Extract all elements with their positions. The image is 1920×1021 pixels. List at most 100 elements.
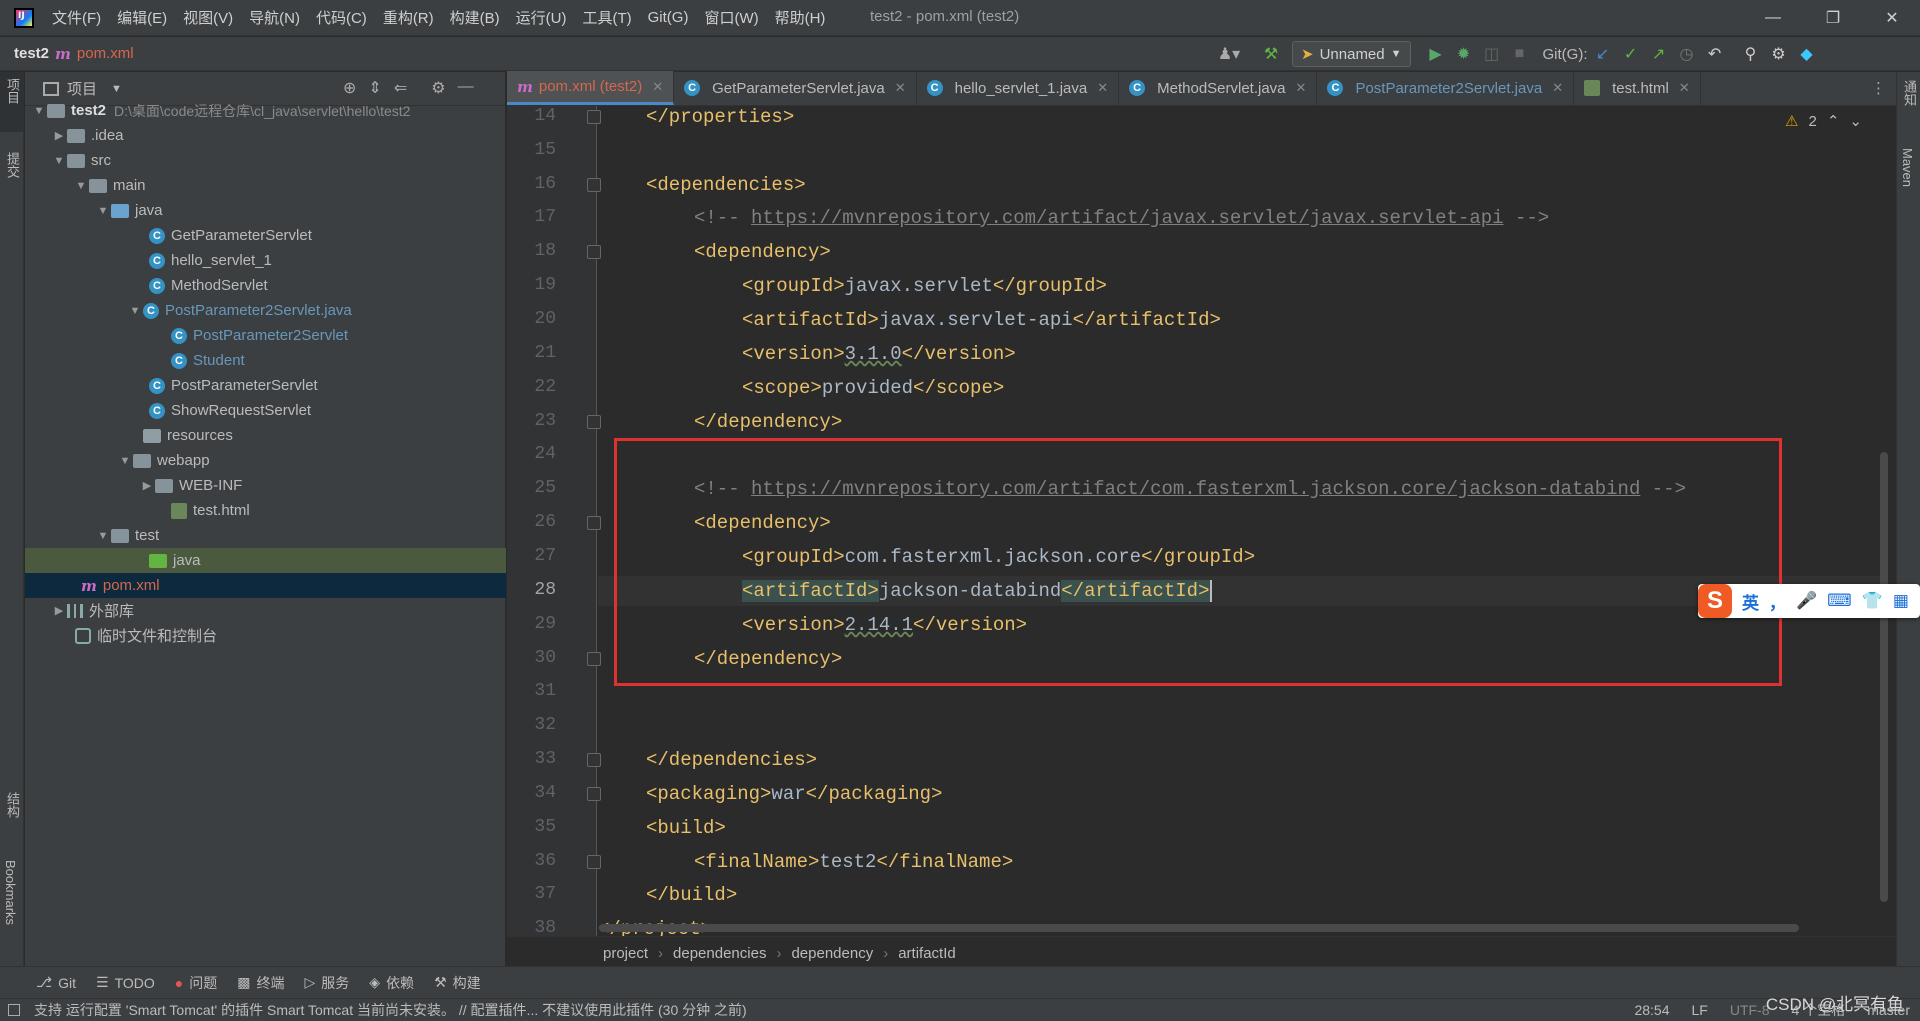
status-toggle-icon[interactable] [8, 1004, 20, 1016]
project-panel-title[interactable]: 项目 [67, 78, 97, 99]
skin-icon[interactable]: 👕 [1862, 591, 1883, 611]
menu-view[interactable]: 视图(V) [175, 7, 241, 28]
tree-node-java[interactable]: ▼ java [25, 198, 506, 223]
close-tab-icon[interactable]: ✕ [652, 79, 663, 95]
tab-methodservlet[interactable]: C MethodServlet.java ✕ [1119, 71, 1318, 105]
keyboard-icon[interactable]: ⌨ [1827, 591, 1852, 611]
structure-tool-button[interactable]: 结构 [3, 792, 22, 818]
maven-repo-link[interactable]: https://mvnrepository.com/artifact/javax… [751, 207, 1504, 229]
tree-node-scratches[interactable]: 临时文件和控制台 [25, 623, 506, 648]
menu-refactor[interactable]: 重构(R) [375, 7, 442, 28]
expand-arrow-icon[interactable]: ▼ [95, 205, 111, 217]
debug-icon[interactable]: ✹ [1451, 41, 1477, 67]
tree-node-webapp[interactable]: ▼ webapp [25, 448, 506, 473]
line-separator[interactable]: LF [1692, 1002, 1708, 1018]
close-tab-icon[interactable]: ✕ [1296, 80, 1307, 96]
expand-arrow-icon[interactable]: ▼ [95, 530, 111, 542]
collapse-arrow-icon[interactable]: ▶ [51, 129, 67, 142]
close-tab-icon[interactable]: ✕ [895, 80, 906, 96]
tree-node-hello-servlet-1[interactable]: Chello_servlet_1 [25, 248, 506, 273]
breadcrumb-item[interactable]: artifactId [898, 945, 956, 962]
ime-language-toggle[interactable]: 英 [1742, 589, 1759, 614]
expand-arrow-icon[interactable]: ▼ [117, 455, 133, 467]
notifications-tool-button[interactable]: 通知 [1900, 80, 1919, 106]
tree-node-postparameter2servlet[interactable]: C PostParameter2Servlet [25, 323, 506, 348]
vertical-scrollbar[interactable] [1880, 452, 1888, 902]
hide-icon[interactable]: — [458, 78, 474, 98]
close-tab-icon[interactable]: ✕ [1679, 80, 1690, 96]
status-message[interactable]: 支持 运行配置 'Smart Tomcat' 的插件 Smart Tomcat … [34, 1000, 747, 1020]
expand-arrow-icon[interactable]: ▼ [127, 305, 143, 317]
breadcrumb-item[interactable]: dependencies [673, 945, 766, 962]
build-hammer-icon[interactable]: ⚒ [1258, 41, 1284, 67]
jetbrains-toolbox-icon[interactable]: ◆ [1794, 41, 1820, 67]
maven-tool-button[interactable]: Maven [1900, 148, 1915, 187]
project-tool-button[interactable]: 项目 [3, 78, 22, 104]
tree-node-student[interactable]: C Student [25, 348, 506, 373]
tab-getparameterservlet[interactable]: C GetParameterServlet.java ✕ [674, 71, 917, 105]
tabs-menu-icon[interactable]: ⋮ [1871, 79, 1886, 97]
menu-build[interactable]: 构建(B) [442, 7, 508, 28]
tree-node-methodservlet[interactable]: C MethodServlet [25, 273, 506, 298]
todo-tool-button[interactable]: ☰ TODO [96, 974, 155, 991]
terminal-tool-button[interactable]: ▩ 终端 [237, 973, 284, 993]
caret-position[interactable]: 28:54 [1634, 1002, 1669, 1018]
menu-edit[interactable]: 编辑(E) [109, 7, 175, 28]
menu-navigate[interactable]: 导航(N) [241, 7, 308, 28]
git-update-icon[interactable]: ↙ [1590, 41, 1616, 67]
tab-postparameter2servlet[interactable]: C PostParameter2Servlet.java ✕ [1317, 71, 1575, 105]
nav-project[interactable]: test2 [14, 45, 49, 62]
tab-hello-servlet-1[interactable]: Chello_servlet_1.java ✕ [917, 71, 1120, 105]
horizontal-scrollbar[interactable] [599, 924, 1799, 932]
menu-git[interactable]: Git(G) [640, 9, 697, 26]
problems-tool-button[interactable]: ● 问题 [175, 973, 217, 993]
breadcrumb-item[interactable]: dependency [791, 945, 873, 962]
tree-node-getparameterservlet[interactable]: C GetParameterServlet [25, 223, 506, 248]
nav-file[interactable]: pom.xml [77, 45, 134, 62]
git-push-icon[interactable]: ↗ [1646, 41, 1672, 67]
tree-node-test-html[interactable]: test.html [25, 498, 506, 523]
close-icon[interactable]: ✕ [1864, 0, 1920, 36]
git-tool-button[interactable]: ⎇ Git [36, 974, 76, 991]
minimize-icon[interactable]: — [1745, 0, 1801, 36]
history-icon[interactable]: ◷ [1674, 41, 1700, 67]
git-commit-icon[interactable]: ✓ [1618, 41, 1644, 67]
toolbox-icon[interactable]: ▦ [1893, 591, 1909, 611]
stop-icon[interactable]: ■ [1507, 41, 1533, 67]
restore-icon[interactable]: ❐ [1805, 0, 1861, 36]
tree-node-test2[interactable]: ▼ test2 D:\桌面\code远程仓库\cl_java\servlet\hel… [25, 98, 506, 123]
tree-node-postparameterservlet[interactable]: C PostParameterServlet [25, 373, 506, 398]
expand-arrow-icon[interactable]: ▼ [73, 180, 89, 192]
menu-tools[interactable]: 工具(T) [574, 7, 639, 28]
commit-tool-button[interactable]: 提交 [3, 152, 22, 178]
locate-icon[interactable]: ⊕ [343, 78, 356, 98]
services-tool-button[interactable]: ▷ 服务 [305, 973, 350, 993]
tree-node-resources[interactable]: resources [25, 423, 506, 448]
tab-pom-xml[interactable]: m pom.xml (test2) ✕ [507, 71, 675, 105]
tree-node-main[interactable]: ▼ main [25, 173, 506, 198]
tab-test-html[interactable]: test.html ✕ [1574, 71, 1701, 105]
close-tab-icon[interactable]: ✕ [1097, 80, 1108, 96]
coverage-icon[interactable]: ◫ [1479, 41, 1505, 67]
collapse-arrow-icon[interactable]: ▶ [139, 479, 155, 492]
collapse-all-icon[interactable]: ⇐ [394, 78, 407, 98]
tree-node-idea[interactable]: ▶ .idea [25, 123, 506, 148]
close-tab-icon[interactable]: ✕ [1552, 80, 1563, 96]
run-icon[interactable]: ▶ [1423, 41, 1449, 67]
chevron-down-icon[interactable]: ▼ [111, 83, 122, 95]
bookmarks-tool-button[interactable]: Bookmarks [3, 860, 18, 925]
tree-node-src[interactable]: ▼ src [25, 148, 506, 173]
breadcrumb-item[interactable]: project [603, 945, 648, 962]
tree-node-web-inf[interactable]: ▶ WEB-INF [25, 473, 506, 498]
tree-node-external-libs[interactable]: ▶ 外部库 [25, 598, 506, 623]
user-icon[interactable]: ♟▾ [1216, 41, 1242, 67]
build-tool-button[interactable]: ⚒ 构建 [434, 973, 481, 993]
menu-window[interactable]: 窗口(W) [696, 7, 766, 28]
menu-code[interactable]: 代码(C) [308, 7, 375, 28]
expand-all-icon[interactable]: ⇕ [368, 78, 381, 98]
tree-node-postparameter2servlet-java[interactable]: ▼ C PostParameter2Servlet.java [25, 298, 506, 323]
ime-punctuation-toggle[interactable]: ， [1769, 589, 1786, 614]
run-config-select[interactable]: ➤ Unnamed ▼ [1292, 41, 1411, 67]
rollback-icon[interactable]: ↶ [1702, 41, 1728, 67]
menu-file[interactable]: 文件(F) [44, 7, 109, 28]
